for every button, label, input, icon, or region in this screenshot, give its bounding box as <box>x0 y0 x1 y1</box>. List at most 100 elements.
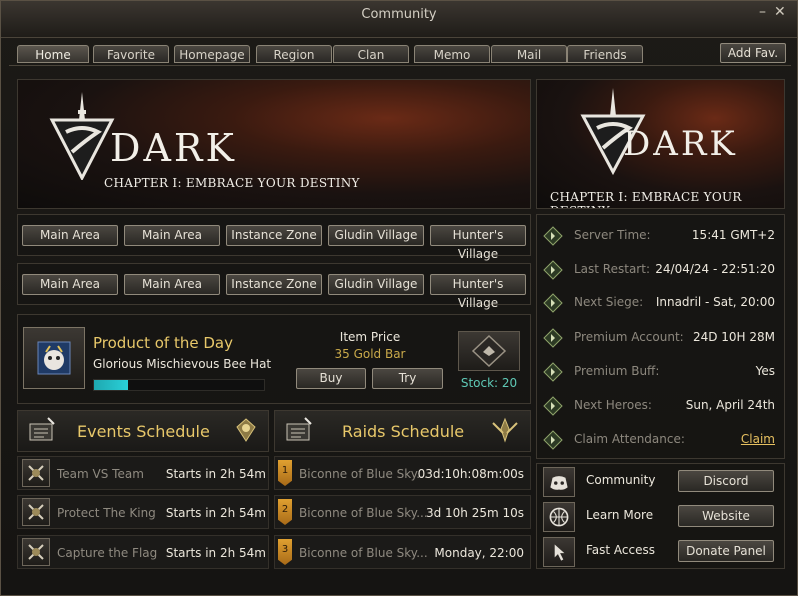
nav-hunters-village[interactable]: Hunter's Village <box>430 225 526 261</box>
info-row: Premium Account: 24D 10H 28M <box>537 322 781 352</box>
event-board-icon <box>29 417 55 441</box>
nav2-main-area-1[interactable]: Main Area <box>22 274 118 295</box>
info-value: Innadril - Sat, 20:00 <box>655 295 775 309</box>
tab-region[interactable]: Region <box>256 45 332 63</box>
raids-emblem-icon <box>492 417 518 443</box>
event-name: Capture the Flag <box>57 546 158 560</box>
diamond-bullet-icon <box>543 293 563 313</box>
info-value: Yes <box>755 364 775 378</box>
tab-clan[interactable]: Clan <box>333 45 409 63</box>
website-button[interactable]: Website <box>678 505 774 527</box>
info-value: Sun, April 24th <box>685 398 775 412</box>
info-key: Next Heroes: <box>574 398 652 412</box>
bee-hat-icon <box>37 341 71 375</box>
shop-icon-frame[interactable] <box>458 331 520 371</box>
try-button[interactable]: Try <box>372 368 443 389</box>
event-row[interactable]: Capture the Flag Starts in 2h 54m <box>17 535 269 569</box>
info-row: Next Heroes: Sun, April 24th <box>537 390 781 420</box>
diamond-bullet-icon <box>543 396 563 416</box>
raid-row[interactable]: 3 Biconne of Blue Sky... Monday, 22:00 <box>274 535 531 569</box>
link-label: Fast Access <box>586 543 656 557</box>
main-banner: DARK CHAPTER I: EMBRACE YOUR DESTINY <box>17 79 531 209</box>
rank-badge: 1 <box>278 460 292 486</box>
product-name: Glorious Mischievous Bee Hat <box>93 357 272 371</box>
tab-memo[interactable]: Memo <box>414 45 490 63</box>
flag-icon <box>22 538 50 566</box>
raid-row[interactable]: 2 Biconne of Blue Sky... 3d 10h 25m 10s <box>274 495 531 529</box>
tab-homepage[interactable]: Homepage <box>174 45 250 63</box>
diamond-bullet-icon <box>543 328 563 348</box>
info-key: Last Restart: <box>574 262 650 276</box>
community-window: Community – ✕ Home Favorite Homepage Reg… <box>0 0 798 596</box>
donate-panel-button[interactable]: Donate Panel <box>678 540 774 562</box>
nav2-gludin-village[interactable]: Gludin Village <box>328 274 424 295</box>
event-time: Starts in 2h 54m <box>165 546 266 560</box>
globe-icon[interactable] <box>543 502 575 532</box>
info-value: 15:41 GMT+2 <box>691 228 775 242</box>
item-price-label: Item Price <box>339 330 401 344</box>
king-icon <box>22 498 50 526</box>
event-name: Protect The King <box>57 506 156 520</box>
minimize-icon[interactable]: – <box>759 4 766 20</box>
info-row: Claim Attendance: Claim <box>537 424 781 454</box>
info-key: Next Siege: <box>574 295 644 309</box>
discord-icon[interactable] <box>543 467 575 497</box>
product-progress-fill <box>94 380 128 390</box>
side-banner-subtitle: CHAPTER I: EMBRACE YOUR DESTINY <box>550 190 742 208</box>
raid-board-icon <box>286 417 312 441</box>
info-row: Last Restart: 24/04/24 - 22:51:20 <box>537 254 781 284</box>
link-label: Learn More <box>586 508 654 522</box>
nav2-instance-zone[interactable]: Instance Zone <box>226 274 322 295</box>
tab-friends[interactable]: Friends <box>567 45 643 63</box>
event-time: Starts in 2h 54m <box>165 467 266 481</box>
tab-home[interactable]: Home <box>17 45 89 63</box>
info-value: 24D 10H 28M <box>692 330 775 344</box>
nav-gludin-village[interactable]: Gludin Village <box>328 225 424 246</box>
diamond-bullet-icon <box>543 260 563 280</box>
info-row: Server Time: 15:41 GMT+2 <box>537 220 781 250</box>
events-title: Events Schedule <box>77 422 210 441</box>
shop-diamond-icon <box>471 334 507 368</box>
raid-name: Biconne of Blue Sky... <box>299 467 428 481</box>
rank-badge: 3 <box>278 539 292 565</box>
link-label: Community <box>586 473 656 487</box>
title-bar[interactable]: Community – ✕ <box>1 1 797 38</box>
diamond-bullet-icon <box>543 226 563 246</box>
event-row[interactable]: Protect The King Starts in 2h 54m <box>17 495 269 529</box>
info-row: Premium Buff: Yes <box>537 356 781 386</box>
nav-instance-zone[interactable]: Instance Zone <box>226 225 322 246</box>
product-progress-bar <box>93 379 265 391</box>
info-key: Premium Buff: <box>574 364 660 378</box>
tab-mail[interactable]: Mail <box>491 45 567 63</box>
claim-link[interactable]: Claim <box>741 432 775 446</box>
nav2-hunters-village[interactable]: Hunter's Village <box>430 274 526 310</box>
discord-button[interactable]: Discord <box>678 470 774 492</box>
crossed-swords-icon <box>22 459 50 487</box>
nav2-main-area-2[interactable]: Main Area <box>124 274 220 295</box>
product-heading: Product of the Day <box>93 334 233 352</box>
pointer-icon[interactable] <box>543 537 575 567</box>
nav-main-area-2[interactable]: Main Area <box>124 225 220 246</box>
raids-title: Raids Schedule <box>342 422 465 441</box>
raid-time: Monday, 22:00 <box>434 546 524 560</box>
raid-name: Biconne of Blue Sky... <box>299 506 428 520</box>
buy-button[interactable]: Buy <box>296 368 366 389</box>
side-banner: DARK CHAPTER I: EMBRACE YOUR DESTINY <box>536 79 785 209</box>
close-icon[interactable]: ✕ <box>774 4 786 20</box>
tab-favorite[interactable]: Favorite <box>93 45 169 63</box>
banner-logo-text: DARK <box>110 126 237 170</box>
raid-row[interactable]: 1 Biconne of Blue Sky... 03d:10h:08m:00s <box>274 456 531 490</box>
item-price-value: 35 Gold Bar <box>334 347 406 361</box>
nav-main-area-1[interactable]: Main Area <box>22 225 118 246</box>
add-favorite-button[interactable]: Add Fav. <box>720 43 786 63</box>
info-key: Server Time: <box>574 228 651 242</box>
raid-name: Biconne of Blue Sky... <box>299 546 428 560</box>
product-icon-frame[interactable] <box>23 327 85 389</box>
event-time: Starts in 2h 54m <box>165 506 266 520</box>
diamond-bullet-icon <box>543 430 563 450</box>
window-title: Community <box>361 7 437 22</box>
event-name: Team VS Team <box>57 467 144 481</box>
events-emblem-icon <box>236 418 256 442</box>
event-row[interactable]: Team VS Team Starts in 2h 54m <box>17 456 269 490</box>
diamond-bullet-icon <box>543 362 563 382</box>
